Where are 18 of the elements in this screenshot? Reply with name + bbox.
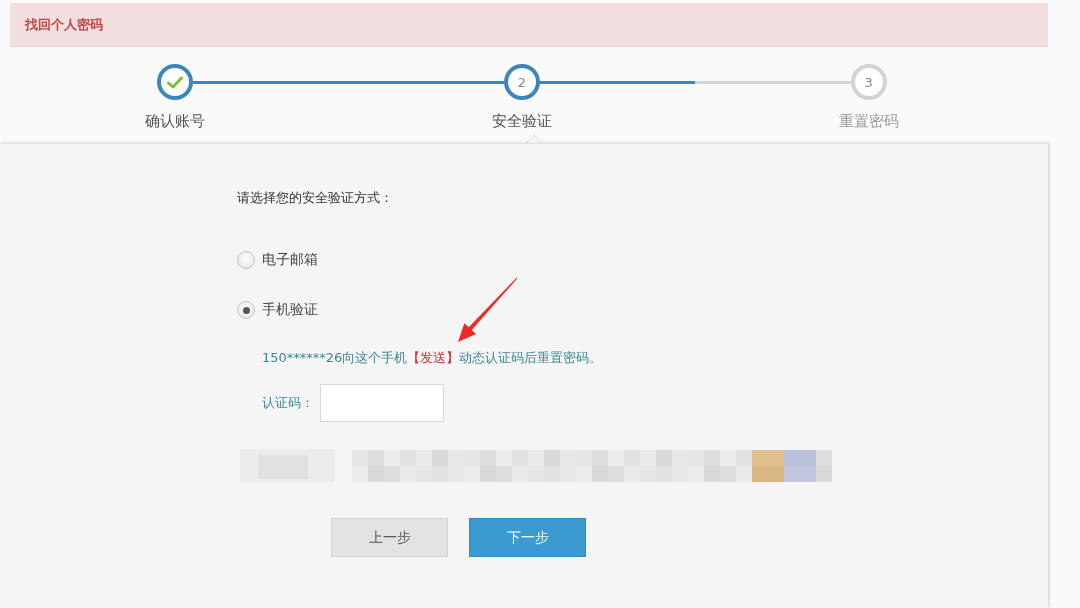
send-code-hint: 150******26向这个手机【发送】动态认证码后重置密码。 (262, 349, 603, 367)
step-label: 确认账号 (145, 112, 206, 130)
radio-button[interactable] (237, 301, 255, 319)
step-label: 重置密码 (838, 112, 899, 130)
radio-label[interactable]: 电子邮箱 (262, 251, 318, 269)
previous-step-button[interactable]: 上一步 (331, 518, 448, 557)
check-icon (167, 75, 184, 89)
code-input-field[interactable] (320, 384, 444, 422)
prompt-text: 请选择您的安全验证方式： (237, 189, 393, 207)
arrow-annotation (455, 275, 519, 344)
page-title: 找回个人密码 (25, 15, 103, 34)
radio-label[interactable]: 手机验证 (262, 301, 318, 319)
radio-button[interactable] (237, 251, 255, 269)
field-label: 认证码： (262, 394, 314, 412)
step-number: 2 (504, 64, 540, 100)
send-link[interactable]: 【发送】 (407, 350, 460, 365)
step-number: 3 (850, 64, 887, 100)
step-label: 安全验证 (492, 112, 552, 130)
